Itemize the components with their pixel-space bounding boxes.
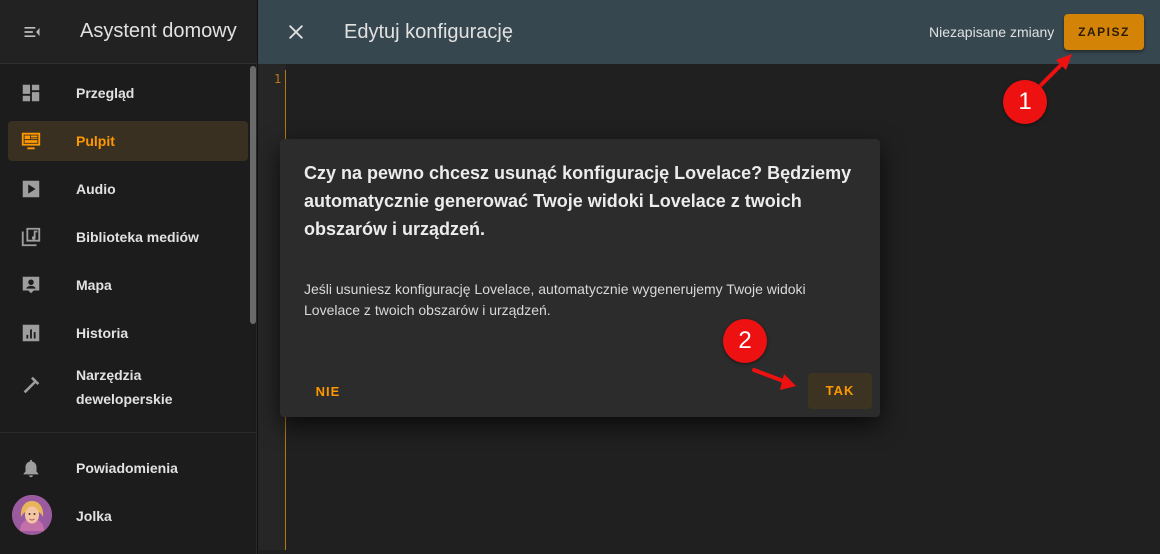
sidebar-item-mapa[interactable]: Mapa bbox=[8, 265, 248, 305]
sidebar-item-biblioteka-mediow[interactable]: Biblioteka mediów bbox=[8, 217, 248, 257]
sidebar-item-label: Jolka bbox=[76, 508, 112, 524]
confirm-button[interactable]: TAK bbox=[808, 373, 872, 409]
account-box-icon bbox=[22, 276, 40, 294]
sidebar-item-user[interactable]: Jolka bbox=[8, 496, 248, 536]
cancel-button[interactable]: NIE bbox=[304, 376, 352, 408]
sidebar-scrollbar[interactable] bbox=[250, 66, 256, 324]
close-icon[interactable] bbox=[286, 22, 306, 42]
annotation-badge-1: 1 bbox=[1003, 80, 1047, 124]
dashboard-icon bbox=[22, 84, 40, 102]
sidebar: Asystent domowy Przegląd Pulpit Audio Bi… bbox=[0, 0, 257, 554]
sidebar-item-label: Audio bbox=[76, 181, 116, 197]
sidebar-item-pulpit[interactable]: Pulpit bbox=[8, 121, 248, 161]
sidebar-item-historia[interactable]: Historia bbox=[8, 313, 248, 353]
hammer-icon bbox=[23, 376, 40, 394]
sidebar-item-audio[interactable]: Audio bbox=[8, 169, 248, 209]
sidebar-item-label: Pulpit bbox=[76, 133, 115, 149]
sidebar-item-label: Przegląd bbox=[76, 85, 135, 101]
line-number: 1 bbox=[274, 72, 282, 86]
bell-icon bbox=[23, 459, 39, 478]
editor-toolbar: Edytuj konfigurację Niezapisane zmiany Z… bbox=[258, 0, 1160, 64]
sidebar-item-label: Historia bbox=[76, 325, 129, 341]
sidebar-item-label: Mapa bbox=[76, 277, 112, 293]
menu-collapse-icon[interactable] bbox=[22, 22, 42, 42]
unsaved-changes-label: Niezapisane zmiany bbox=[929, 24, 1055, 40]
sidebar-item-label: Powiadomienia bbox=[76, 460, 178, 476]
dialog-title: Czy na pewno chcesz usunąć konfigurację … bbox=[304, 163, 852, 239]
app-title: Asystent domowy bbox=[80, 20, 237, 42]
chart-box-icon bbox=[22, 324, 40, 342]
dialog-text: Jeśli usuniesz konfigurację Lovelace, au… bbox=[304, 281, 806, 318]
sidebar-divider bbox=[0, 432, 256, 433]
monitor-dashboard-icon bbox=[21, 132, 41, 150]
annotation-arrow-2 bbox=[752, 368, 796, 390]
page-title: Edytuj konfigurację bbox=[344, 21, 513, 43]
sidebar-item-narzedzia[interactable]: Narzędzia deweloperskie bbox=[8, 361, 248, 421]
music-library-icon bbox=[21, 227, 41, 247]
sidebar-item-powiadomienia[interactable]: Powiadomienia bbox=[8, 448, 248, 488]
sidebar-item-label: Biblioteka mediów bbox=[76, 229, 199, 245]
play-box-icon bbox=[22, 180, 40, 198]
save-button[interactable]: ZAPISZ bbox=[1064, 14, 1144, 50]
sidebar-item-label: Narzędzia deweloperskie bbox=[76, 367, 173, 407]
sidebar-header: Asystent domowy bbox=[0, 0, 257, 64]
sidebar-item-przeglad[interactable]: Przegląd bbox=[8, 73, 248, 113]
annotation-badge-2: 2 bbox=[723, 319, 767, 363]
